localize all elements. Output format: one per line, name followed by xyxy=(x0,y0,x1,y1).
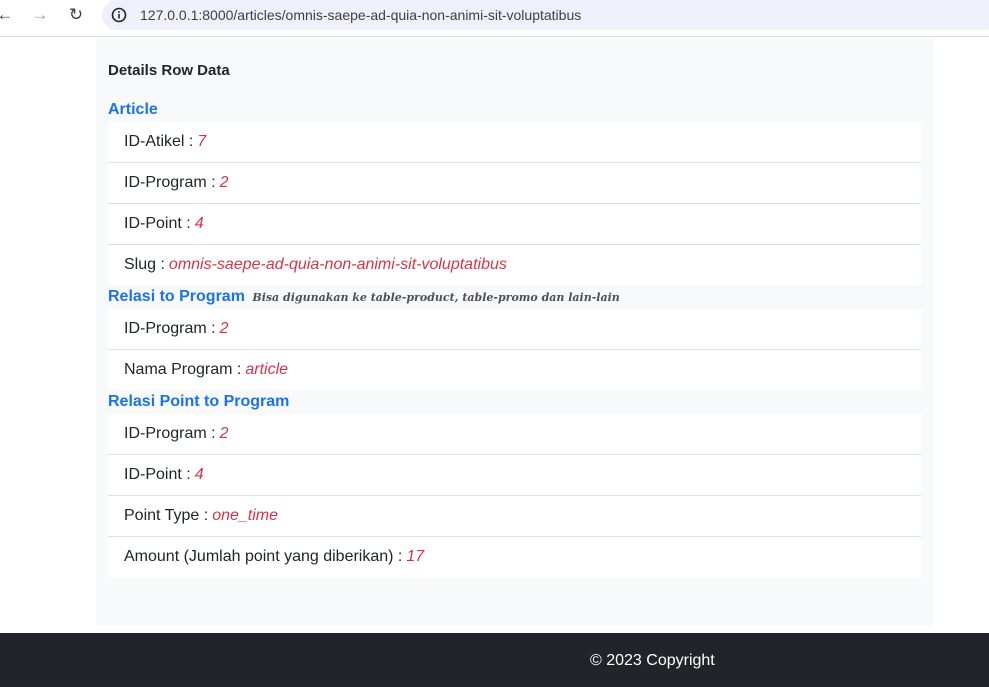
copyright-text: © 2023 Copyright xyxy=(590,652,715,669)
reload-icon[interactable]: ↻ xyxy=(63,4,89,26)
back-arrow-icon[interactable]: ← xyxy=(0,4,18,26)
program-list: ID-Program : 2 Nama Program : article xyxy=(108,309,921,390)
item-label: ID-Program : xyxy=(124,320,216,337)
item-value: 2 xyxy=(219,425,229,442)
item-label: ID-Program : xyxy=(124,425,216,442)
item-label: ID-Program : xyxy=(124,174,216,191)
point-list: ID-Program : 2 ID-Point : 4 Point Type :… xyxy=(108,414,921,577)
list-item: Slug : omnis-saepe-ad-quia-non-animi-sit… xyxy=(108,245,921,285)
section-heading-program-text: Relasi to Program xyxy=(108,288,245,305)
forward-arrow-icon[interactable]: → xyxy=(27,4,53,26)
section-heading-program: Relasi to Program Bisa digunakan ke tabl… xyxy=(108,288,620,306)
item-value: 7 xyxy=(197,133,207,150)
item-value: article xyxy=(245,361,289,378)
details-panel: Details Row Data Article ID-Atikel : 7 I… xyxy=(96,38,933,625)
list-item: ID-Atikel : 7 xyxy=(108,122,921,163)
url-text[interactable]: 127.0.0.1:8000/articles/omnis-saepe-ad-q… xyxy=(140,7,581,23)
list-item: ID-Program : 2 xyxy=(108,163,921,204)
article-list: ID-Atikel : 7 ID-Program : 2 ID-Point : … xyxy=(108,122,921,285)
list-item: Amount (Jumlah point yang diberikan) : 1… xyxy=(108,537,921,577)
address-bar[interactable]: 127.0.0.1:8000/articles/omnis-saepe-ad-q… xyxy=(102,0,989,30)
item-label: Slug : xyxy=(124,256,165,273)
site-info-icon[interactable] xyxy=(111,7,127,23)
item-value: one_time xyxy=(212,507,279,524)
section-note: Bisa digunakan ke table-product, table-p… xyxy=(252,291,620,304)
item-value: 4 xyxy=(194,466,204,483)
item-label: ID-Atikel : xyxy=(124,133,194,150)
item-label: ID-Point : xyxy=(124,215,191,232)
section-heading-article: Article xyxy=(108,101,158,118)
list-item: Nama Program : article xyxy=(108,350,921,390)
list-item: ID-Point : 4 xyxy=(108,455,921,496)
item-label: Point Type : xyxy=(124,507,209,524)
list-item: ID-Program : 2 xyxy=(108,414,921,455)
browser-toolbar: ← → ↻ 127.0.0.1:8000/articles/omnis-saep… xyxy=(0,0,989,37)
list-item: Point Type : one_time xyxy=(108,496,921,537)
item-value: 2 xyxy=(219,174,229,191)
item-label: ID-Point : xyxy=(124,466,191,483)
item-label: Amount (Jumlah point yang diberikan) : xyxy=(124,548,403,565)
item-value: 2 xyxy=(219,320,229,337)
section-heading-point: Relasi Point to Program xyxy=(108,393,290,410)
list-item: ID-Program : 2 xyxy=(108,309,921,350)
page-title: Details Row Data xyxy=(108,62,230,79)
footer: © 2023 Copyright xyxy=(0,633,989,687)
item-label: Nama Program : xyxy=(124,361,242,378)
item-value: 17 xyxy=(406,548,425,565)
list-item: ID-Point : 4 xyxy=(108,204,921,245)
item-value: omnis-saepe-ad-quia-non-animi-sit-volupt… xyxy=(168,256,507,273)
item-value: 4 xyxy=(194,215,204,232)
